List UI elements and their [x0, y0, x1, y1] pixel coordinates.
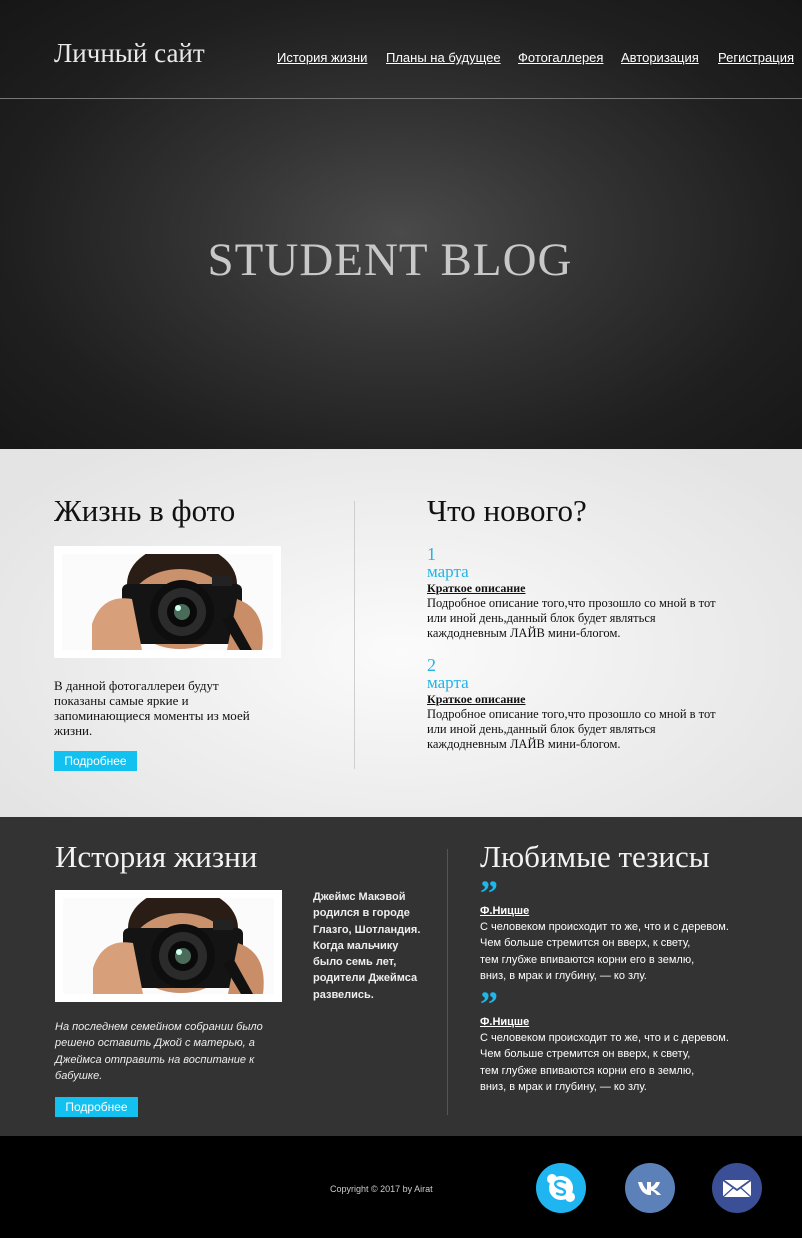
photo-section-description: В данной фотогаллереи будут показаны сам… — [54, 678, 250, 738]
history-quotes-section: История жизни Джеймс Макэвой родился в г… — [0, 817, 802, 1136]
quote-line: Чем больше стремится он вверх, к свету, — [480, 937, 691, 950]
news-item: 1 марта Краткое описание Подробное описа… — [427, 544, 727, 641]
news-day: 1 — [427, 544, 436, 564]
quote-line: С человеком происходит то же, что и с де… — [480, 921, 729, 933]
camera-photographer-image — [63, 898, 274, 994]
header-hero: Личный сайт История жизни Планы на будущ… — [0, 0, 802, 449]
quote-line: С человеком происходит то же, что и с де… — [480, 1032, 729, 1044]
vk-icon — [638, 1182, 661, 1195]
history-photo — [63, 898, 274, 994]
photo-section-heading: Жизнь в фото — [54, 493, 236, 528]
quote-mark-icon: ” — [480, 984, 498, 1024]
column-divider — [354, 501, 355, 769]
nav-link-gallery[interactable]: Фотогаллерея — [518, 50, 603, 65]
news-item: 2 марта Краткое описание Подробное описа… — [427, 655, 727, 752]
quote-line: вниз, в мрак и глубину, — ко злу. — [480, 969, 647, 982]
photo-more-button[interactable]: Подробнее — [54, 751, 137, 771]
quote-author-link[interactable]: Ф.Ницше — [480, 1014, 780, 1030]
photo-frame — [54, 546, 281, 658]
quote-block: ” Ф.Ницше С человеком происходит то же, … — [480, 984, 780, 1095]
news-day: 2 — [427, 655, 436, 675]
header-divider — [0, 98, 802, 99]
history-heading: История жизни — [55, 839, 258, 874]
history-bio: Джеймс Макэвой родился в городе Глазго, … — [313, 891, 421, 1001]
column-divider — [447, 849, 448, 1115]
vk-link[interactable] — [625, 1163, 675, 1213]
mail-icon — [722, 1179, 752, 1198]
photo-news-section: Жизнь в фото В данной фотогаллереи будут… — [0, 449, 802, 817]
news-full-text: Подробное описание того,что прозошло со … — [427, 707, 716, 751]
quote-author-link[interactable]: Ф.Ницше — [480, 903, 780, 919]
footer: Copyright © 2017 by Airat — [0, 1136, 802, 1238]
news-month: марта — [427, 673, 469, 692]
news-section-heading: Что нового? — [427, 493, 587, 528]
news-month: марта — [427, 562, 469, 581]
quote-mark-icon: ” — [480, 873, 498, 913]
news-short-link[interactable]: Краткое описание — [427, 692, 727, 707]
quotes-heading: Любимые тезисы — [480, 839, 710, 874]
quote-line: тем глубже впиваются корни его в землю, — [480, 1064, 695, 1077]
main-nav: История жизни Планы на будущее Фотогалле… — [0, 50, 802, 70]
quote-line: вниз, в мрак и глубину, — ко злу. — [480, 1080, 647, 1093]
nav-link-login[interactable]: Авторизация — [621, 50, 699, 65]
quote-line: Чем больше стремится он вверх, к свету, — [480, 1048, 691, 1061]
skype-link[interactable] — [536, 1163, 586, 1213]
quote-block: ” Ф.Ницше С человеком происходит то же, … — [480, 873, 780, 984]
hero-title: STUDENT BLOG — [207, 234, 573, 286]
history-italic-text: На последнем семейном собрании было реше… — [55, 1021, 263, 1082]
quote-line: тем глубже впиваются корни его в землю, — [480, 953, 695, 966]
mail-link[interactable] — [712, 1163, 762, 1213]
news-full-text: Подробное описание того,что прозошло со … — [427, 596, 716, 640]
copyright-text: Copyright © 2017 by Airat — [330, 1184, 433, 1194]
history-photo-frame — [55, 890, 282, 1002]
nav-link-plans[interactable]: Планы на будущее — [386, 50, 501, 65]
camera-photographer-image — [62, 554, 273, 650]
nav-link-register[interactable]: Регистрация — [718, 50, 794, 65]
nav-link-history[interactable]: История жизни — [277, 50, 367, 65]
news-short-link[interactable]: Краткое описание — [427, 581, 727, 596]
camera-photo — [62, 554, 273, 650]
skype-icon — [547, 1174, 575, 1202]
history-more-button[interactable]: Подробнее — [55, 1097, 138, 1117]
